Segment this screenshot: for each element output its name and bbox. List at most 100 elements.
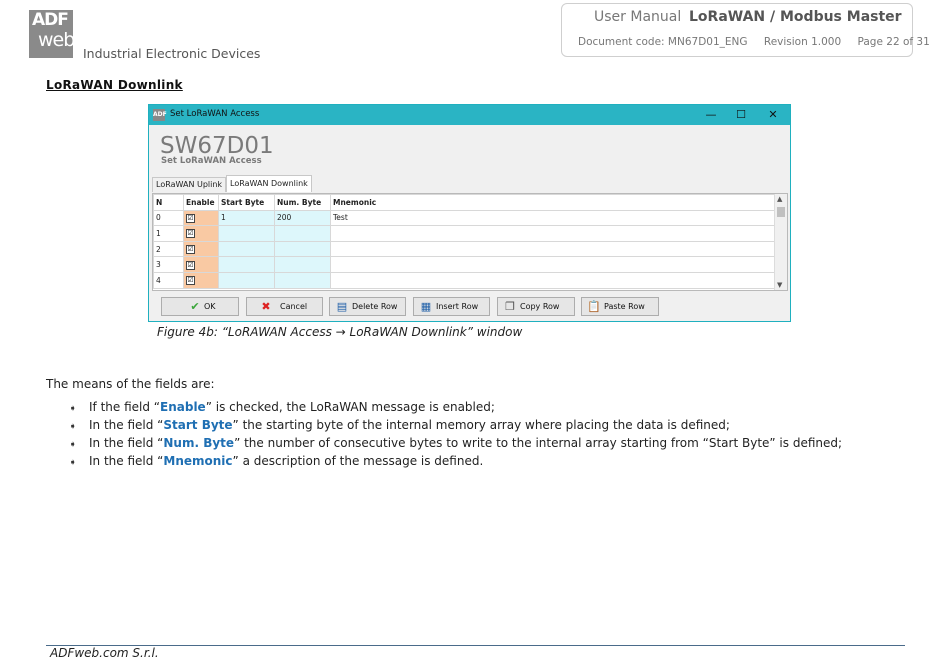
paste-row-label: Paste Row xyxy=(604,302,645,311)
window-title: Set LoRaWAN Access xyxy=(170,109,260,119)
figure-caption: Figure 4b: “LoRAWAN Access → LoRaWAN Dow… xyxy=(157,325,523,339)
cancel-label: Cancel xyxy=(280,302,308,311)
tab-lorawan-uplink[interactable]: LoRaWAN Uplink xyxy=(152,177,227,192)
start-byte-cell[interactable] xyxy=(218,225,275,242)
downlink-table: N Enable Start Byte Num. Byte Mnemonic 0… xyxy=(153,194,775,289)
delete-row-button[interactable]: ▤ Delete Row xyxy=(329,297,406,316)
set-lorawan-access-window: ADF Set LoRaWAN Access — ☐ ✕ SW67D01 Set… xyxy=(148,104,791,322)
row-number-cell: 3 xyxy=(153,256,184,273)
field-desc-post: ” the number of consecutive bytes to wri… xyxy=(234,436,843,450)
mnemonic-cell[interactable] xyxy=(330,240,775,258)
intro-text: The means of the fields are: xyxy=(46,377,215,391)
mnemonic-cell[interactable] xyxy=(330,256,775,273)
page-number: Page 22 of 31 xyxy=(857,36,930,48)
checkmark-icon: ✔ xyxy=(190,300,200,313)
field-desc-pre: If the field “ xyxy=(89,400,161,414)
start-byte-cell[interactable] xyxy=(218,256,275,273)
brand-subtitle: Set LoRaWAN Access xyxy=(161,156,262,166)
field-name-start-byte: Start Byte xyxy=(163,418,233,432)
column-header-n: N xyxy=(153,194,184,211)
document-code: Document code: MN67D01_ENG xyxy=(578,36,748,48)
column-header-num-byte: Num. Byte xyxy=(274,194,331,211)
enable-checkbox-cell[interactable]: ☑ xyxy=(183,209,219,227)
insert-row-label: Insert Row xyxy=(436,302,479,311)
ok-label: OK xyxy=(204,302,216,311)
window-titlebar: ADF Set LoRaWAN Access — ☐ ✕ xyxy=(149,105,790,125)
start-byte-cell[interactable] xyxy=(218,271,275,289)
row-number-cell: 2 xyxy=(153,240,184,258)
checkbox-checked-icon[interactable]: ☑ xyxy=(186,260,195,270)
adfweb-logo: ADF web xyxy=(29,10,75,58)
start-byte-cell[interactable] xyxy=(218,240,275,258)
footer-divider xyxy=(46,645,905,646)
num-byte-cell[interactable] xyxy=(274,225,331,242)
logo-bottom-text: web xyxy=(38,29,75,51)
table-header-row: N Enable Start Byte Num. Byte Mnemonic xyxy=(153,194,775,211)
product-title: LoRaWAN / Modbus Master xyxy=(689,9,902,25)
checkbox-checked-icon[interactable]: ☑ xyxy=(186,229,195,239)
copy-row-label: Copy Row xyxy=(520,302,560,311)
column-header-enable: Enable xyxy=(183,194,219,211)
field-desc-post: ” a description of the message is define… xyxy=(232,454,484,468)
logo-top-text: ADF xyxy=(32,10,69,30)
num-byte-cell[interactable]: 200 xyxy=(274,209,331,227)
document-header-box: User Manual LoRaWAN / Modbus Master Docu… xyxy=(561,3,930,57)
row-number-cell: 0 xyxy=(153,209,184,227)
insert-row-icon: ▦ xyxy=(420,300,432,313)
enable-checkbox-cell[interactable]: ☑ xyxy=(183,256,219,273)
bullet-arrow-icon: ➧ xyxy=(69,458,77,468)
enable-checkbox-cell[interactable]: ☑ xyxy=(183,225,219,242)
field-desc-pre: In the field “ xyxy=(89,454,164,468)
cancel-x-icon: ✖ xyxy=(261,300,271,313)
table-row[interactable]: 4 ☑ xyxy=(153,271,775,289)
maximize-button[interactable]: ☐ xyxy=(726,106,756,124)
num-byte-cell[interactable] xyxy=(274,256,331,273)
paste-row-button[interactable]: 📋 Paste Row xyxy=(581,297,659,316)
tab-lorawan-downlink[interactable]: LoRaWAN Downlink xyxy=(226,175,312,192)
mnemonic-cell[interactable] xyxy=(330,225,775,242)
enable-checkbox-cell[interactable]: ☑ xyxy=(183,240,219,258)
close-button[interactable]: ✕ xyxy=(758,106,788,124)
field-desc-post: ” is checked, the LoRaWAN message is ena… xyxy=(205,400,495,414)
footer-company: ADFweb.com S.r.l. xyxy=(50,646,159,660)
company-subtitle: Industrial Electronic Devices xyxy=(83,46,261,61)
mnemonic-cell[interactable]: Test xyxy=(330,209,775,227)
num-byte-cell[interactable] xyxy=(274,240,331,258)
table-row[interactable]: 1 ☑ xyxy=(153,225,775,242)
row-number-cell: 4 xyxy=(153,271,184,289)
checkbox-checked-icon[interactable]: ☑ xyxy=(186,276,195,286)
column-header-start-byte: Start Byte xyxy=(218,194,275,211)
list-item: ➧ In the field “Num. Byte” the number of … xyxy=(69,434,842,452)
revision: Revision 1.000 xyxy=(763,36,842,48)
delete-row-icon: ▤ xyxy=(336,300,348,313)
minimize-button[interactable]: — xyxy=(696,106,726,124)
list-item: ➧ If the field “Enable” is checked, the L… xyxy=(69,398,842,416)
scroll-up-icon[interactable]: ▲ xyxy=(777,195,782,203)
field-name-num-byte: Num. Byte xyxy=(163,436,235,450)
vertical-scrollbar[interactable]: ▲ ▼ xyxy=(774,194,787,290)
copy-row-button[interactable]: ❐ Copy Row xyxy=(497,297,575,316)
field-descriptions: ➧ If the field “Enable” is checked, the L… xyxy=(69,398,842,470)
field-desc-post: ” the starting byte of the internal memo… xyxy=(232,418,730,432)
checkbox-checked-icon[interactable]: ☑ xyxy=(186,213,195,223)
ok-button[interactable]: ✔ OK xyxy=(161,297,239,316)
field-desc-pre: In the field “ xyxy=(89,436,164,450)
scroll-thumb[interactable] xyxy=(777,207,785,217)
enable-checkbox-cell[interactable]: ☑ xyxy=(183,271,219,289)
table-row[interactable]: 2 ☑ xyxy=(153,240,775,258)
scroll-down-icon[interactable]: ▼ xyxy=(777,281,782,289)
cancel-button[interactable]: ✖ Cancel xyxy=(246,297,323,316)
insert-row-button[interactable]: ▦ Insert Row xyxy=(413,297,490,316)
downlink-grid: N Enable Start Byte Num. Byte Mnemonic 0… xyxy=(152,193,788,291)
start-byte-cell[interactable]: 1 xyxy=(218,209,275,227)
checkbox-checked-icon[interactable]: ☑ xyxy=(186,245,195,255)
mnemonic-cell[interactable] xyxy=(330,271,775,289)
manual-label: User Manual xyxy=(594,9,682,25)
list-item: ➧ In the field “Start Byte” the starting … xyxy=(69,416,842,434)
num-byte-cell[interactable] xyxy=(274,271,331,289)
table-row[interactable]: 3 ☑ xyxy=(153,256,775,273)
section-title: LoRaWAN Downlink xyxy=(46,78,183,92)
app-icon: ADF xyxy=(153,109,167,121)
field-name-mnemonic: Mnemonic xyxy=(163,454,233,468)
table-row[interactable]: 0 ☑ 1 200 Test xyxy=(153,209,775,227)
